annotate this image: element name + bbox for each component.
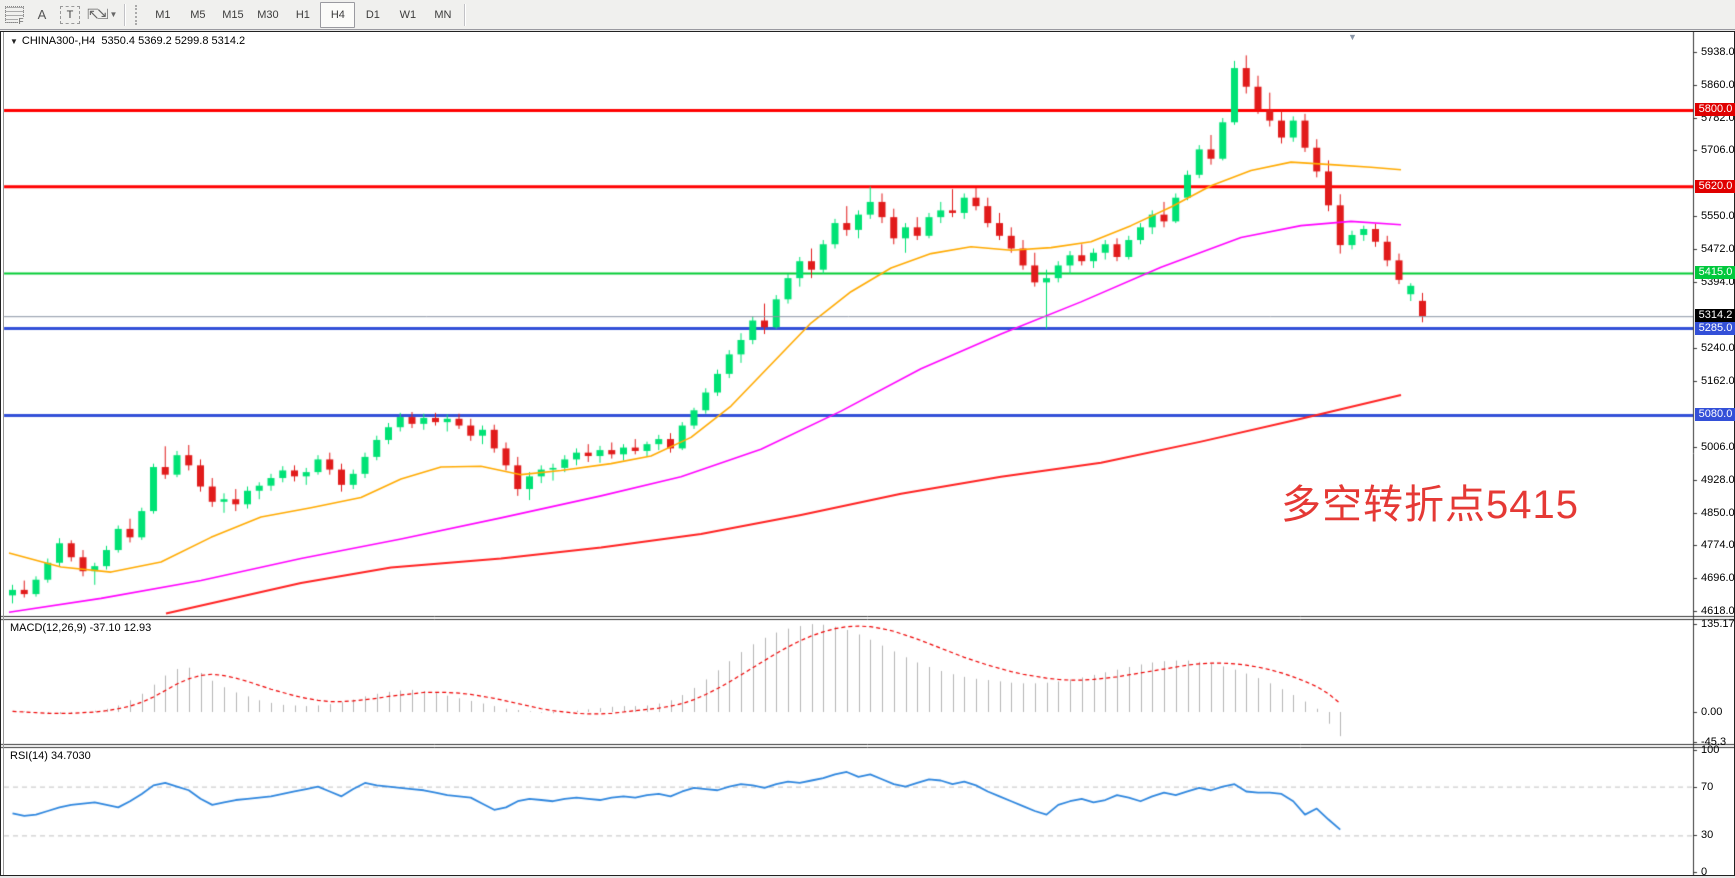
toolbar-separator bbox=[124, 4, 126, 26]
rsi-indicator-label: RSI(14) 34.7030 bbox=[10, 750, 91, 762]
timeframe-button-h4[interactable]: H4 bbox=[320, 2, 355, 28]
arrows-glyph: ⇱⇲ bbox=[87, 6, 106, 23]
chart-window: ▼ CHINA300-,H4 5350.4 5369.2 5299.8 5314.… bbox=[0, 31, 1735, 876]
timeframe-button-m1[interactable]: M1 bbox=[145, 2, 180, 28]
price-axis-tick: 5550.0 bbox=[1701, 210, 1735, 222]
chart-canvas[interactable] bbox=[1, 32, 1734, 875]
rsi-axis-tick: 30 bbox=[1701, 829, 1735, 841]
price-axis-tick: 5240.0 bbox=[1701, 342, 1735, 354]
price-axis-tick: 4696.0 bbox=[1701, 572, 1735, 584]
dropdown-caret-icon: ▼ bbox=[109, 10, 117, 19]
price-axis-tick: 5162.0 bbox=[1701, 375, 1735, 387]
chart-text-annotation: 多空转折点5415 bbox=[1281, 472, 1579, 530]
timeframe-buttons: M1M5M15M30H1H4D1W1MN bbox=[145, 2, 460, 28]
price-axis-tick: 5860.0 bbox=[1701, 79, 1735, 91]
level-price-badge: 5080.0 bbox=[1695, 408, 1735, 421]
grid-f-glyph: F bbox=[5, 6, 24, 23]
rsi-axis-tick: 100 bbox=[1701, 744, 1735, 756]
text-box-icon[interactable]: T bbox=[59, 5, 81, 25]
timeframe-button-w1[interactable]: W1 bbox=[390, 2, 425, 28]
window-inner-border bbox=[3, 32, 4, 875]
price-axis-tick: 4850.0 bbox=[1701, 507, 1735, 519]
grid-f-icon[interactable]: F bbox=[3, 5, 25, 25]
price-axis-tick: 5006.0 bbox=[1701, 441, 1735, 453]
price-axis-tick: 4618.0 bbox=[1701, 605, 1735, 617]
rsi-axis-tick: 0 bbox=[1701, 866, 1735, 878]
price-axis-tick: 5706.0 bbox=[1701, 144, 1735, 156]
level-price-badge: 5285.0 bbox=[1695, 322, 1735, 335]
current-price-badge: 5314.2 bbox=[1695, 309, 1735, 322]
cursor-arrows-icon[interactable]: ⇱⇲ ▼ bbox=[87, 5, 117, 25]
timeframe-button-h1[interactable]: H1 bbox=[285, 2, 320, 28]
toolbar: F A T ⇱⇲ ▼ M1M5M15M30H1H4D1W1MN bbox=[0, 0, 1735, 30]
price-axis-tick: 5472.0 bbox=[1701, 243, 1735, 255]
text-box-glyph: T bbox=[60, 6, 80, 24]
timeframe-button-mn[interactable]: MN bbox=[425, 2, 460, 28]
price-axis-tick: 4774.0 bbox=[1701, 539, 1735, 551]
collapse-triangle-icon[interactable]: ▼ bbox=[10, 37, 18, 46]
price-axis-tick: 4928.0 bbox=[1701, 474, 1735, 486]
text-label-icon[interactable]: A bbox=[31, 5, 53, 25]
symbol-header: ▼ CHINA300-,H4 5350.4 5369.2 5299.8 5314.… bbox=[10, 35, 245, 47]
toolbar-drag-handle[interactable] bbox=[135, 5, 140, 25]
timeframe-button-m5[interactable]: M5 bbox=[180, 2, 215, 28]
timeframe-button-m30[interactable]: M30 bbox=[250, 2, 285, 28]
timeframe-button-d1[interactable]: D1 bbox=[355, 2, 390, 28]
level-price-badge: 5415.0 bbox=[1695, 266, 1735, 279]
macd-axis-tick: 0.00 bbox=[1701, 706, 1735, 718]
macd-axis-tick: 135.17 bbox=[1701, 618, 1735, 630]
timeframe-button-m15[interactable]: M15 bbox=[215, 2, 250, 28]
ohlc-values: 5350.4 5369.2 5299.8 5314.2 bbox=[101, 35, 245, 47]
rsi-axis-tick: 70 bbox=[1701, 781, 1735, 793]
price-axis-tick: 5938.0 bbox=[1701, 46, 1735, 58]
chart-shift-marker-icon[interactable]: ▼ bbox=[1348, 32, 1357, 42]
macd-indicator-label: MACD(12,26,9) -37.10 12.93 bbox=[10, 622, 151, 634]
toolbar-separator-2 bbox=[464, 4, 466, 26]
level-price-badge: 5800.0 bbox=[1695, 103, 1735, 116]
symbol-name: CHINA300-,H4 bbox=[22, 35, 95, 47]
level-price-badge: 5620.0 bbox=[1695, 180, 1735, 193]
